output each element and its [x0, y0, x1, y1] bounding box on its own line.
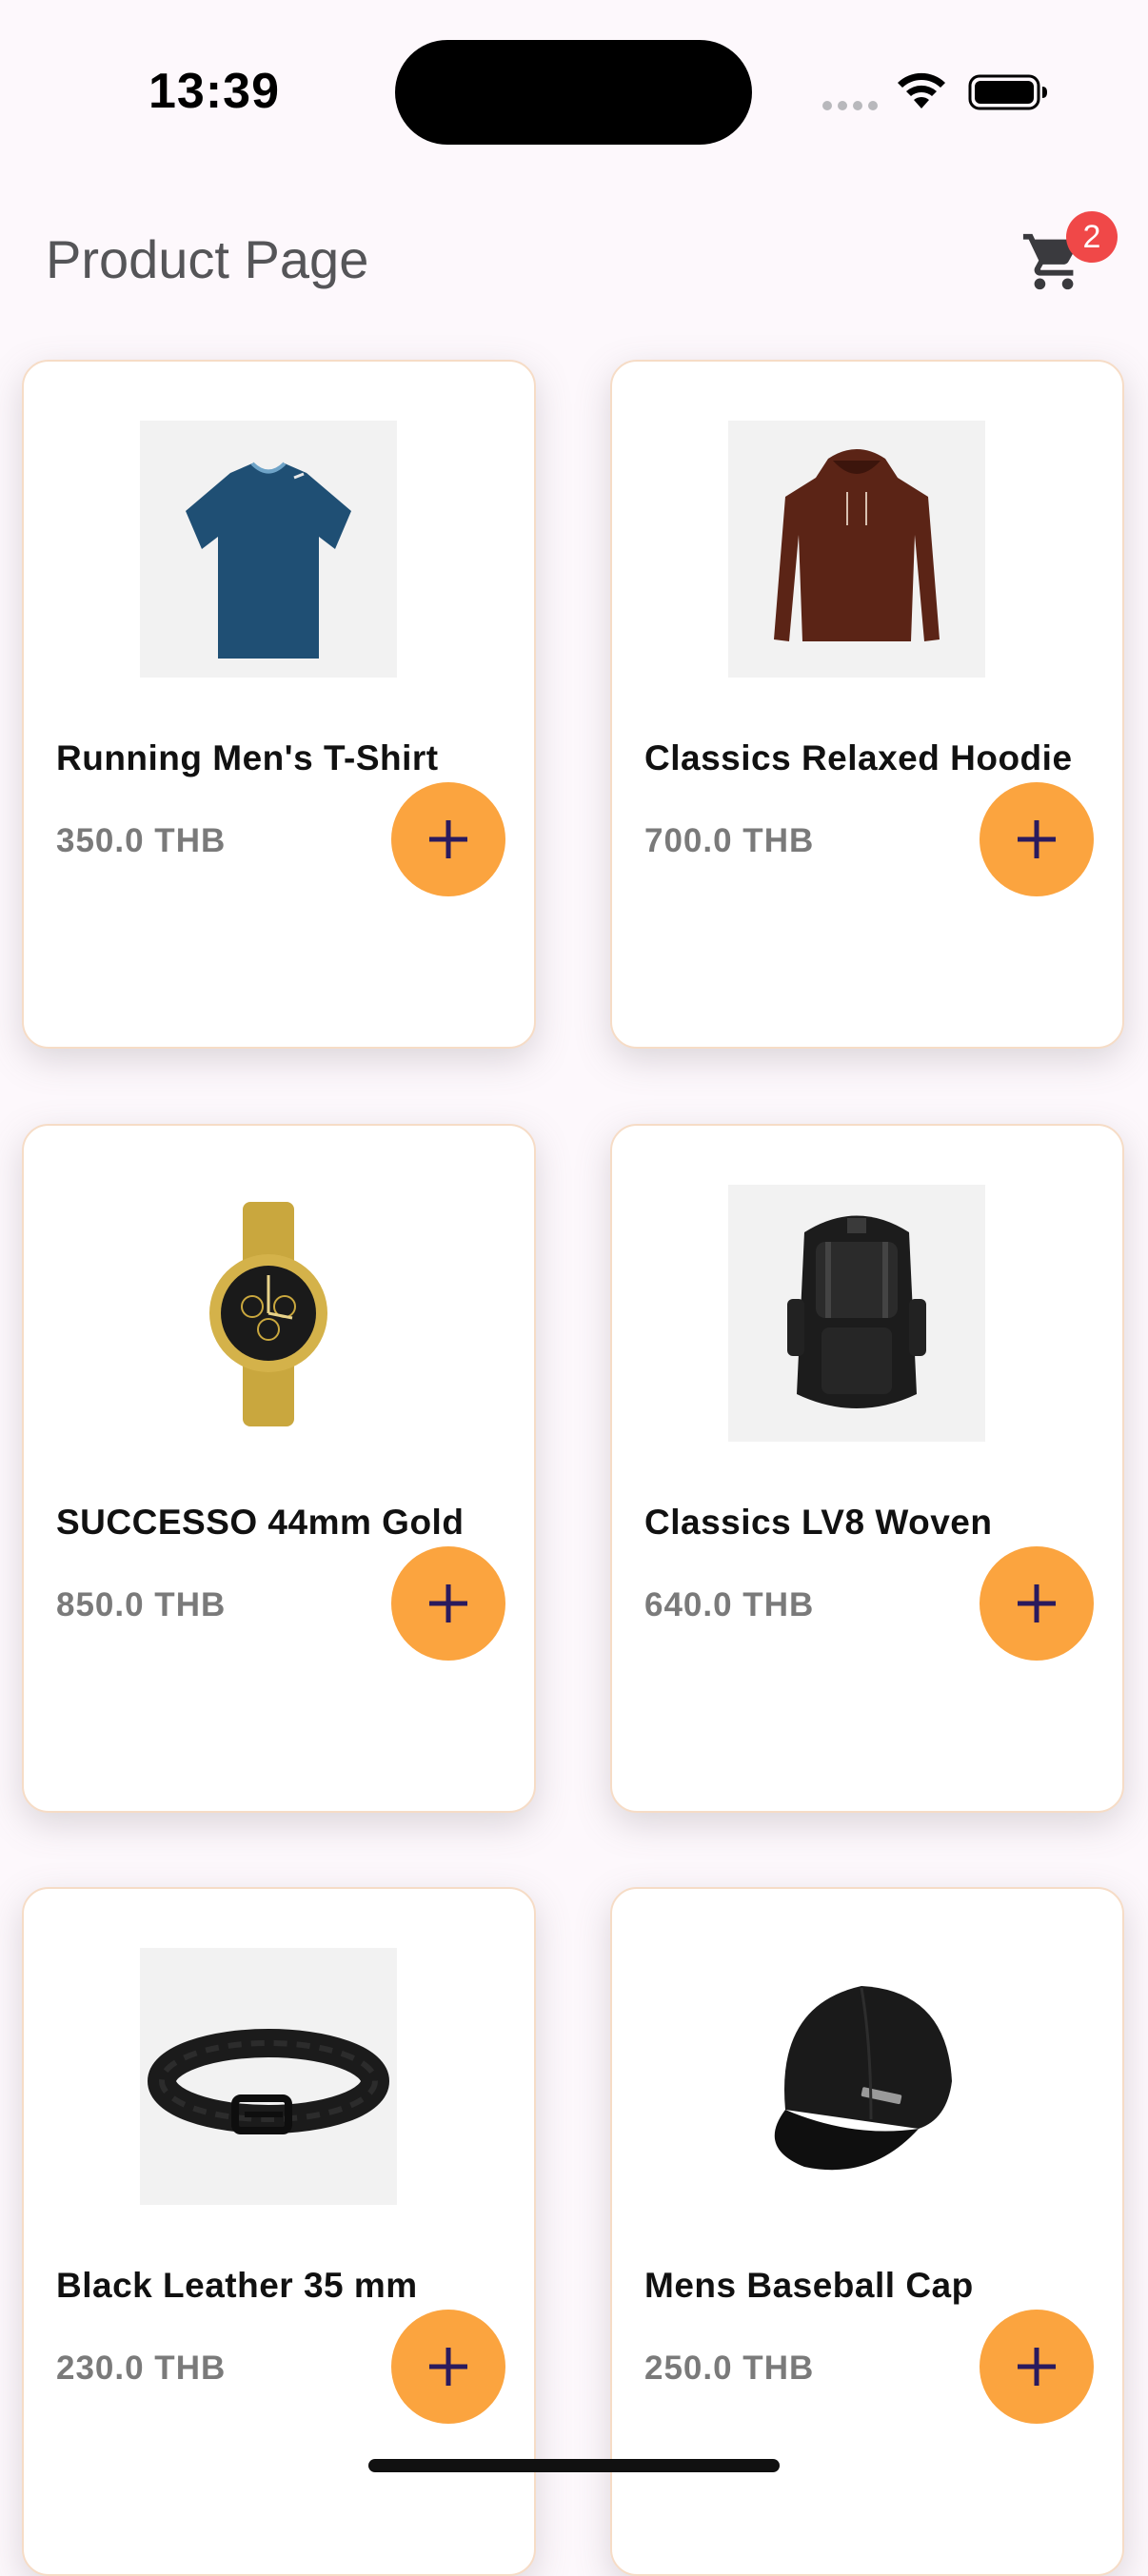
product-card[interactable]: SUCCESSO 44mm Gold 850.0 THB — [22, 1124, 536, 1813]
product-price: 700.0 THB — [644, 822, 815, 859]
gold-watch-image — [209, 1202, 327, 1426]
brown-hoodie-image — [774, 449, 940, 641]
product-image — [140, 1185, 397, 1442]
plus-icon — [1018, 820, 1056, 858]
product-card[interactable]: Mens Baseball Cap 250.0 THB — [610, 1887, 1124, 2576]
product-image — [728, 1185, 985, 1442]
product-name: Running Men's T-Shirt — [56, 738, 439, 777]
add-to-cart-button[interactable] — [980, 1546, 1094, 1661]
product-image — [728, 1948, 985, 2205]
wifi-icon — [898, 72, 945, 108]
plus-icon — [429, 820, 467, 858]
product-price: 230.0 THB — [56, 2350, 227, 2387]
page-title: Product Page — [46, 229, 369, 289]
product-price: 250.0 THB — [644, 2350, 815, 2387]
plus-icon — [429, 1584, 467, 1622]
add-to-cart-button[interactable] — [391, 2310, 505, 2424]
product-card[interactable]: Black Leather 35 mm 230.0 THB — [22, 1887, 536, 2576]
black-backpack-image — [787, 1215, 926, 1408]
dynamic-island — [395, 40, 752, 145]
plus-icon — [1018, 1584, 1056, 1622]
product-image — [728, 421, 985, 678]
cellular-signal-icon — [822, 101, 878, 110]
product-image — [140, 421, 397, 678]
home-indicator[interactable] — [368, 2459, 780, 2472]
add-to-cart-button[interactable] — [980, 2310, 1094, 2424]
blue-tshirt-image — [186, 462, 351, 659]
product-card[interactable]: Classics Relaxed Hoodie 700.0 THB — [610, 360, 1124, 1049]
product-name: Classics LV8 Woven — [644, 1503, 993, 1542]
plus-icon — [1018, 2348, 1056, 2386]
product-price: 850.0 THB — [56, 1586, 227, 1623]
product-price: 350.0 THB — [56, 822, 227, 859]
product-card[interactable]: Running Men's T-Shirt 350.0 THB — [22, 360, 536, 1049]
status-time: 13:39 — [148, 64, 280, 119]
battery-icon — [968, 74, 1047, 110]
product-card[interactable]: Classics LV8 Woven 640.0 THB — [610, 1124, 1124, 1813]
cart-count-badge: 2 — [1066, 211, 1118, 263]
product-name: SUCCESSO 44mm Gold — [56, 1503, 465, 1542]
product-name: Mens Baseball Cap — [644, 2266, 974, 2305]
product-name: Classics Relaxed Hoodie — [644, 738, 1073, 777]
product-name: Black Leather 35 mm — [56, 2266, 418, 2305]
black-cap-image — [774, 1986, 952, 2171]
product-image — [140, 1948, 397, 2205]
product-price: 640.0 THB — [644, 1586, 815, 1623]
add-to-cart-button[interactable] — [980, 782, 1094, 896]
black-belt-image — [148, 2029, 389, 2134]
add-to-cart-button[interactable] — [391, 1546, 505, 1661]
add-to-cart-button[interactable] — [391, 782, 505, 896]
plus-icon — [429, 2348, 467, 2386]
